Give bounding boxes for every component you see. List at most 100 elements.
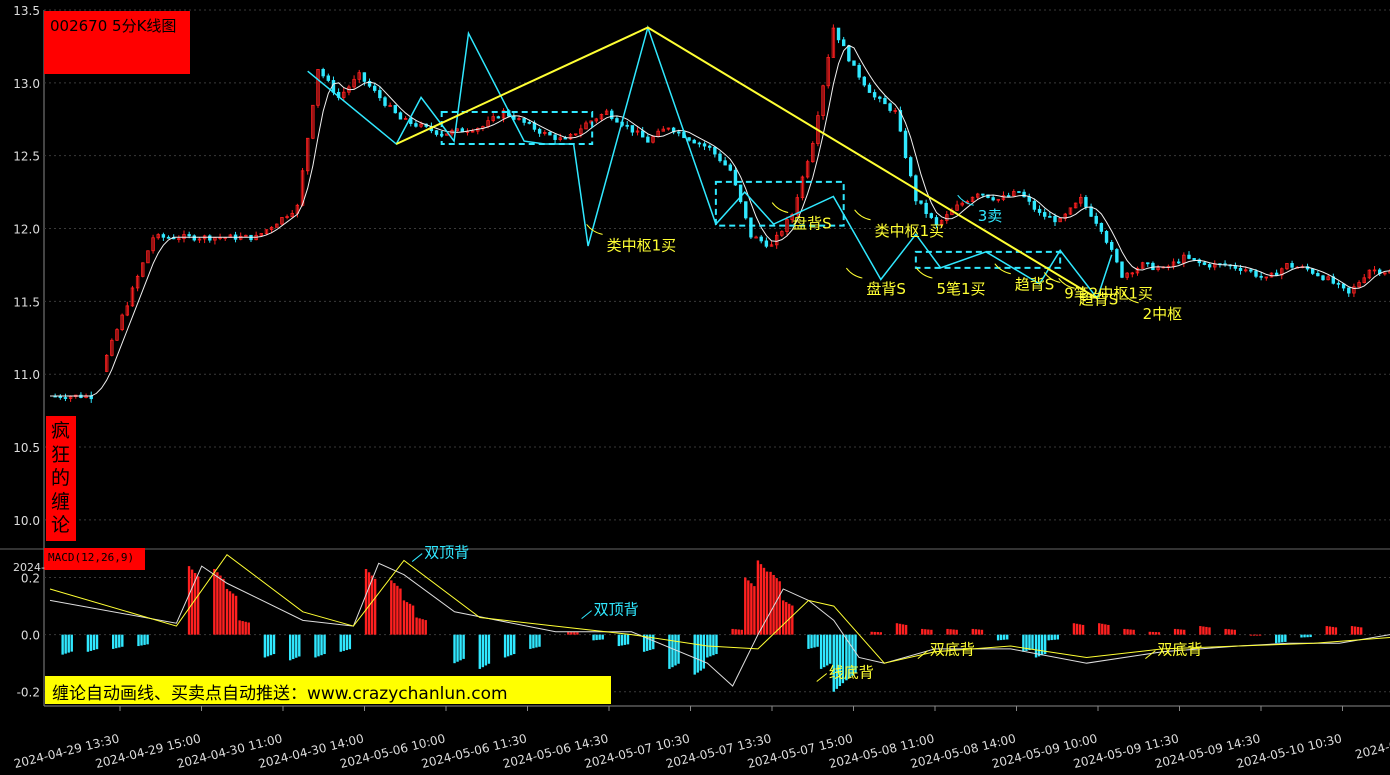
macd-histogram-bar	[734, 629, 737, 635]
macd-histogram-bar	[143, 634, 146, 645]
macd-histogram-bar	[538, 634, 541, 647]
macd-histogram-bar	[996, 634, 1000, 641]
macd-histogram-bar	[503, 634, 507, 658]
candle-body	[1254, 270, 1258, 277]
macd-histogram-bar	[1281, 634, 1284, 643]
macd-annotation: 线底背	[829, 663, 874, 681]
macd-histogram-bar	[747, 580, 750, 635]
macd-histogram-bar	[390, 580, 393, 635]
macd-histogram-bar	[370, 575, 374, 635]
candle-body	[646, 136, 650, 143]
macd-histogram-bar	[314, 634, 317, 658]
macd-histogram-bar	[652, 634, 655, 650]
candle-body	[908, 157, 913, 177]
candle-body	[903, 130, 908, 158]
macd-histogram-bar	[671, 634, 674, 668]
candle-body	[496, 116, 501, 119]
macd-histogram-bar	[807, 634, 810, 649]
macd-histogram-bar	[712, 634, 715, 656]
macd-tick-label: -0.2	[17, 686, 40, 700]
macd-histogram-bar	[898, 623, 902, 635]
macd-histogram-bar	[320, 634, 323, 656]
macd-histogram-bar	[1306, 634, 1309, 638]
price-tick-label: 12.5	[13, 150, 40, 164]
candle-body	[692, 139, 696, 144]
candle-body	[192, 235, 197, 241]
macd-histogram-bar	[980, 629, 984, 635]
macd-histogram-bar	[339, 634, 342, 652]
macd-histogram-bar	[1182, 629, 1186, 635]
macd-histogram-bar	[623, 634, 627, 645]
candle-body	[981, 193, 985, 196]
candle-body	[857, 64, 861, 78]
candle-body	[1109, 241, 1114, 250]
macd-histogram-bar	[816, 634, 819, 647]
macd-histogram-bar	[418, 618, 421, 635]
promo-banner[interactable]: 缠论自动画线、买卖点自动推送：www.crazychanlun.com	[45, 676, 611, 704]
candle-body	[697, 142, 702, 145]
macd-histogram-bar	[1002, 634, 1006, 640]
macd-histogram-bar	[598, 634, 601, 640]
macd-histogram-bar	[396, 585, 399, 635]
macd-histogram-bar	[709, 634, 712, 657]
macd-histogram-bar	[791, 605, 794, 635]
price-tick-label: 12.0	[13, 223, 40, 237]
macd-histogram-bar	[769, 571, 772, 635]
macd-histogram-bar	[225, 588, 229, 635]
macd-histogram-bar	[348, 634, 352, 650]
macd-histogram-bar	[1006, 634, 1009, 640]
macd-histogram-bar	[949, 629, 952, 635]
candle-body	[378, 90, 382, 99]
macd-histogram-bar	[570, 631, 573, 635]
macd-histogram-bar	[870, 631, 873, 635]
candle-body	[1094, 215, 1098, 224]
candle-body	[888, 103, 892, 111]
macd-histogram-bar	[1202, 626, 1205, 635]
candle-body	[537, 128, 542, 134]
macd-histogram-bar	[1230, 629, 1233, 635]
macd-histogram-bar	[222, 578, 225, 635]
candle-body	[166, 236, 171, 239]
candle-body	[362, 72, 367, 82]
macd-histogram-bar	[974, 629, 978, 635]
macd-histogram-bar	[1078, 624, 1082, 635]
candle-body	[707, 145, 712, 148]
macd-histogram-bar	[317, 634, 320, 657]
macd-histogram-bar	[1031, 634, 1034, 650]
price-annotation: 2中枢	[1143, 305, 1183, 323]
macd-histogram-bar	[146, 634, 149, 645]
price-annotation: 5笔1买	[936, 280, 985, 298]
macd-histogram-bar	[576, 632, 579, 635]
candle-body	[1192, 258, 1196, 261]
macd-histogram-bar	[999, 634, 1003, 641]
candle-body	[1120, 261, 1124, 278]
macd-histogram-bar	[1154, 632, 1158, 635]
macd-histogram-bar	[345, 634, 349, 651]
macd-histogram-bar	[1173, 628, 1177, 635]
macd-histogram-bar	[740, 629, 743, 635]
macd-histogram-bar	[228, 591, 232, 635]
macd-histogram-bar	[1233, 629, 1236, 635]
candle-body	[738, 184, 743, 203]
candle-body	[625, 124, 629, 127]
macd-annotation: 双底背	[930, 641, 975, 659]
macd-histogram-bar	[901, 624, 905, 635]
macd-histogram-bar	[405, 602, 409, 635]
candle-body	[1274, 272, 1279, 276]
macd-histogram-bar	[971, 628, 975, 635]
candle-body	[1042, 212, 1047, 217]
macd-histogram-bar	[462, 634, 465, 659]
candle-body	[610, 110, 614, 119]
macd-histogram-bar	[822, 634, 826, 668]
macd-histogram-bar	[696, 634, 699, 673]
macd-histogram-bar	[295, 634, 298, 658]
macd-histogram-bar	[826, 634, 829, 666]
macd-histogram-bar	[64, 634, 67, 654]
candle-body	[749, 217, 753, 238]
macd-histogram-bar	[1328, 626, 1332, 635]
candle-body	[687, 137, 691, 141]
macd-histogram-bar	[573, 632, 576, 635]
macd-histogram-bar	[977, 629, 981, 635]
macd-label: MACD(12,26,9)	[48, 551, 135, 564]
macd-histogram-bar	[1107, 624, 1110, 635]
